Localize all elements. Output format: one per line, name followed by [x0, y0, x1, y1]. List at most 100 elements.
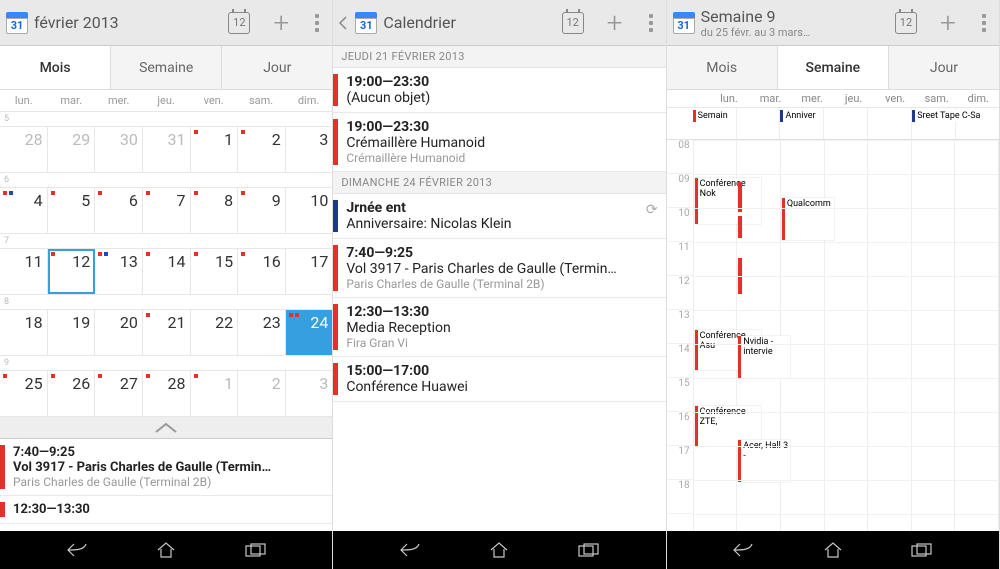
calendar-icon[interactable]: 31 — [355, 12, 377, 34]
day-cell[interactable]: 30 — [95, 127, 143, 172]
tab-day[interactable]: Jour — [889, 46, 999, 89]
week-event[interactable] — [738, 216, 742, 238]
dow-header: lun.mar.mer.jeu.ven.sam.dim. — [667, 90, 999, 108]
dow-label: mer. — [95, 90, 142, 111]
back-chevron-icon[interactable] — [339, 16, 349, 30]
header-title[interactable]: Calendrier — [383, 13, 555, 32]
allday-cell[interactable]: Anniver — [780, 108, 824, 139]
allday-cell[interactable]: Semain — [693, 108, 737, 139]
day-cell[interactable]: 2 — [238, 371, 286, 416]
event-item[interactable]: 12:30—13:30Media ReceptionFira Gran Vi — [333, 298, 665, 357]
android-navbar — [333, 531, 665, 569]
tab-month[interactable]: Mois — [667, 46, 778, 89]
week-col[interactable] — [825, 140, 869, 531]
day-cell[interactable]: 31 — [143, 127, 191, 172]
event-item[interactable]: 19:00—23:30Crémaillère HumanoidCrémaillè… — [333, 113, 665, 172]
header-title[interactable]: Semaine 9 — [701, 7, 889, 26]
day-cell[interactable]: 19 — [48, 310, 96, 355]
event-item[interactable]: 19:00—23:30(Aucun objet) — [333, 68, 665, 113]
tab-week[interactable]: Semaine — [111, 46, 222, 89]
day-cell[interactable]: 9 — [238, 188, 286, 233]
calendar-icon[interactable]: 31 — [6, 12, 28, 34]
event-item[interactable]: 15:00—17:00Conférence Huawei — [333, 357, 665, 402]
day-cell[interactable]: 29 — [48, 127, 96, 172]
expand-handle[interactable] — [0, 417, 332, 439]
today-icon[interactable]: 12 — [895, 12, 917, 34]
day-cell[interactable]: 11 — [0, 249, 48, 294]
day-cell[interactable]: 10 — [286, 188, 333, 233]
week-col[interactable]: Nvidia - intervieAcer, Hall 3 - — [737, 140, 781, 531]
nav-back-icon[interactable] — [64, 541, 90, 559]
add-button[interactable]: + — [933, 6, 963, 39]
day-cell[interactable]: 3 — [286, 127, 333, 172]
day-cell[interactable]: 24 — [286, 310, 333, 355]
nav-recent-icon[interactable] — [576, 541, 602, 559]
day-cell[interactable]: 22 — [191, 310, 239, 355]
week-col[interactable] — [955, 140, 999, 531]
week-col[interactable] — [912, 140, 956, 531]
allday-cell[interactable] — [824, 108, 868, 139]
hour-label: 09 — [667, 174, 693, 208]
day-cell[interactable]: 1 — [191, 127, 239, 172]
dow-label: mer. — [791, 90, 833, 107]
allday-cell[interactable]: Sreet Tape C-Sa — [912, 108, 956, 139]
allday-chip[interactable]: Semain — [693, 110, 736, 122]
day-cell[interactable]: 21 — [143, 310, 191, 355]
day-cell[interactable]: 7 — [143, 188, 191, 233]
tab-month[interactable]: Mois — [0, 46, 111, 89]
day-cell[interactable]: 25 — [0, 371, 48, 416]
week-col[interactable] — [868, 140, 912, 531]
add-button[interactable]: + — [600, 6, 630, 39]
day-cell[interactable]: 5 — [48, 188, 96, 233]
nav-back-icon[interactable] — [730, 541, 756, 559]
today-icon[interactable]: 12 — [562, 12, 584, 34]
day-cell[interactable]: 28 — [143, 371, 191, 416]
day-cell[interactable]: 1 — [191, 371, 239, 416]
day-cell[interactable]: 2 — [238, 127, 286, 172]
week-col[interactable]: Conférence NokConférence AsuConférence Z… — [694, 140, 738, 531]
allday-cell[interactable] — [956, 108, 999, 139]
day-cell[interactable]: 17 — [286, 249, 333, 294]
nav-recent-icon[interactable] — [243, 541, 269, 559]
day-cell[interactable]: 23 — [238, 310, 286, 355]
day-cell[interactable]: 16 — [238, 249, 286, 294]
day-cell[interactable]: 8 — [191, 188, 239, 233]
day-cell[interactable]: 6 — [95, 188, 143, 233]
event-item[interactable]: 7:40—9:25Vol 3917 - Paris Charles de Gau… — [333, 239, 665, 298]
overflow-menu-icon[interactable] — [975, 10, 993, 36]
today-icon[interactable]: 12 — [228, 12, 250, 34]
week-grid: 0809101112131415161718 Conférence NokCon… — [667, 140, 999, 531]
add-button[interactable]: + — [266, 6, 296, 39]
nav-back-icon[interactable] — [397, 541, 423, 559]
tab-week[interactable]: Semaine — [778, 46, 889, 89]
allday-cell[interactable] — [868, 108, 912, 139]
day-cell[interactable]: 18 — [0, 310, 48, 355]
nav-home-icon[interactable] — [486, 541, 512, 559]
header-title[interactable]: février 2013 — [34, 13, 222, 32]
overflow-menu-icon[interactable] — [642, 10, 660, 36]
day-cell[interactable]: 14 — [143, 249, 191, 294]
event-item[interactable]: 7:40—9:25Vol 3917 - Paris Charles de Gau… — [0, 439, 332, 496]
allday-cell[interactable] — [737, 108, 781, 139]
calendar-icon[interactable]: 31 — [673, 12, 695, 34]
allday-chip[interactable]: Anniver — [780, 110, 823, 122]
nav-recent-icon[interactable] — [909, 541, 935, 559]
day-cell[interactable]: 20 — [95, 310, 143, 355]
allday-row: Semain Anniver Sreet Tape C-Sa — [667, 108, 999, 140]
tab-day[interactable]: Jour — [222, 46, 332, 89]
day-cell[interactable]: 26 — [48, 371, 96, 416]
day-cell[interactable]: 3 — [286, 371, 333, 416]
event-item[interactable]: 12:30—13:30 — [0, 496, 332, 524]
week-col[interactable]: Qualcomm — [781, 140, 825, 531]
day-cell[interactable]: 4 — [0, 188, 48, 233]
nav-home-icon[interactable] — [153, 541, 179, 559]
day-cell[interactable]: 12 — [48, 249, 96, 294]
day-cell[interactable]: 15 — [191, 249, 239, 294]
nav-home-icon[interactable] — [820, 541, 846, 559]
day-cell[interactable]: 28 — [0, 127, 48, 172]
day-cell[interactable]: 13 — [95, 249, 143, 294]
event-item[interactable]: Jrnée entAnniversaire: Nicolas Klein⟳ — [333, 194, 665, 239]
day-cell[interactable]: 27 — [95, 371, 143, 416]
view-tabs: Mois Semaine Jour — [0, 46, 332, 90]
overflow-menu-icon[interactable] — [308, 10, 326, 36]
